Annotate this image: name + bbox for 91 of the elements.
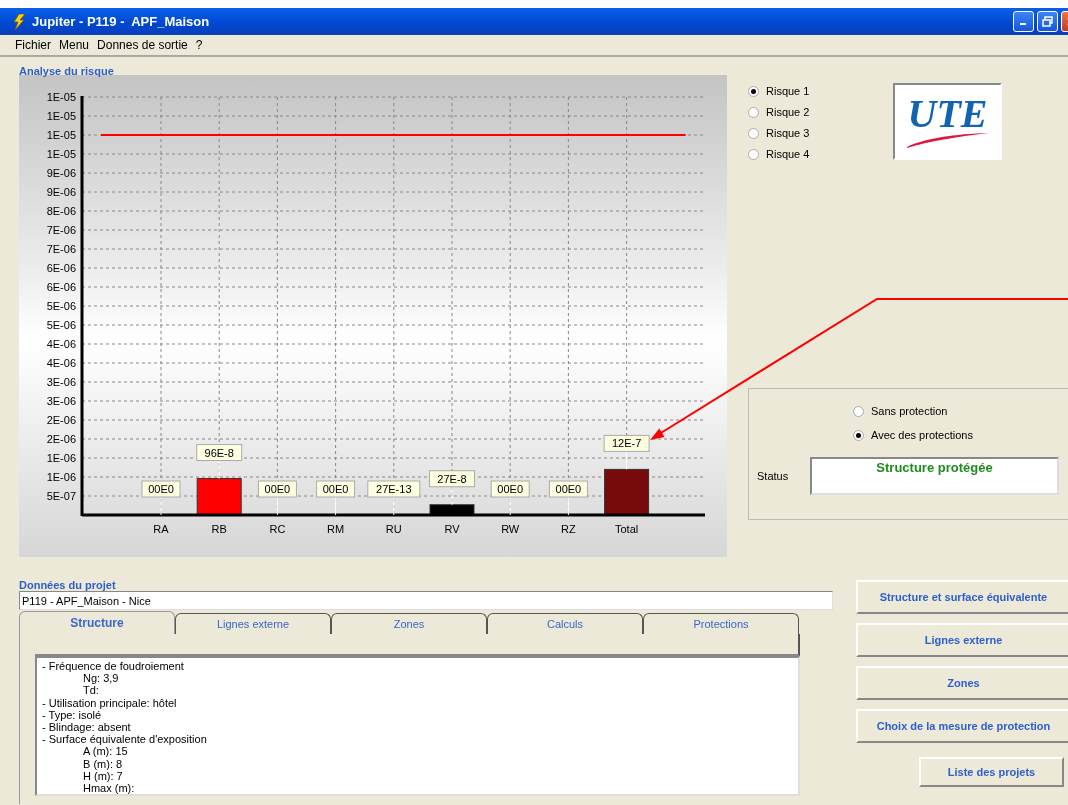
y-tick-label: 1E-05 [46, 91, 76, 103]
detail-line: - Surface équivalente d'exposition [42, 733, 208, 746]
detail-line: - Type: isolé [42, 708, 102, 721]
x-tick-label: RV [444, 523, 460, 535]
radio-dot[interactable] [853, 429, 864, 441]
value-label: 00E0 [316, 480, 356, 498]
y-tick-label: 1E-06 [46, 471, 76, 483]
y-tick-label: 3E-06 [46, 395, 76, 407]
y-tick-label: 2E-06 [46, 414, 76, 426]
radio-button[interactable]: Risque 3 [748, 127, 893, 139]
y-tick-label: 3E-06 [46, 376, 76, 388]
detail-line: - Utilisation principale: hôtel [42, 696, 178, 709]
action-button[interactable]: Choix de la mesure de protection [856, 709, 1068, 743]
bar [604, 468, 650, 516]
y-tick-label: 5E-06 [46, 300, 76, 312]
section-heading: Données du projet [19, 578, 117, 589]
menu-item[interactable]: ? [195, 38, 203, 52]
x-tick-label: RB [211, 523, 227, 535]
action-button[interactable]: Structure et surface équivalente [856, 580, 1068, 614]
minimize-button[interactable] [1013, 11, 1034, 32]
tab[interactable]: Protections [643, 613, 799, 634]
logo: UTE [893, 83, 1002, 160]
x-tick-label: RM [327, 523, 345, 535]
tab[interactable]: Structure [19, 611, 175, 634]
x-tick-label: RZ [561, 523, 576, 535]
y-tick-label: 1E-05 [46, 129, 76, 141]
x-tick-label: Total [614, 523, 639, 535]
detail-line: - Fréquence de foudroiement [42, 660, 185, 673]
detail-line: Ng: 3,9 [82, 672, 120, 685]
project-name-field[interactable]: P119 - APF_Maison - Nice [19, 591, 833, 610]
section-heading: Analyse du risque [19, 64, 115, 75]
detail-line: Td: [82, 684, 100, 697]
bar [429, 504, 475, 516]
x-tick-label: RU [385, 523, 402, 535]
y-tick-label: 2E-06 [46, 433, 76, 445]
menu-item[interactable]: Donnes de sortie [97, 38, 188, 52]
y-tick-label: 1E-06 [46, 452, 76, 464]
action-button[interactable]: Zones [856, 666, 1068, 700]
window-title: Jupiter - P119 - APF_Maison [32, 14, 211, 29]
menu-item[interactable]: Menu [59, 38, 90, 52]
radio-button[interactable]: Risque 1 [748, 85, 893, 97]
radio-button[interactable]: Avec des protections [853, 429, 1068, 441]
y-tick-label: 7E-06 [46, 243, 76, 255]
y-tick-label: 9E-06 [46, 186, 76, 198]
y-tick-label: 5E-06 [46, 319, 76, 331]
radio-dot[interactable] [748, 85, 759, 97]
action-button[interactable]: Lignes externe [856, 623, 1068, 657]
detail-line: - Blindage: absent [42, 721, 132, 734]
menu-item[interactable]: Fichier [15, 38, 51, 52]
radio-dot[interactable] [748, 106, 759, 118]
tab[interactable]: Lignes externe [175, 613, 331, 634]
detail-line: Hmax (m): [82, 782, 136, 795]
value-label: 12E-7 [603, 434, 650, 452]
y-tick-label: 9E-06 [46, 167, 76, 179]
bar [196, 478, 242, 516]
restore-button[interactable] [1037, 11, 1058, 32]
restore-icon [1042, 16, 1053, 27]
detail-line: A (m): 15 [82, 745, 129, 758]
radio-button[interactable]: Risque 4 [748, 148, 893, 160]
value-label: 00E0 [548, 480, 588, 498]
value-label: 00E0 [490, 480, 530, 498]
value-label: 27E-8 [429, 470, 475, 488]
y-tick-label: 8E-06 [46, 205, 76, 217]
value-label: 00E0 [141, 480, 181, 498]
y-tick-label: 4E-06 [46, 338, 76, 350]
lightning-icon [12, 13, 26, 30]
y-tick-label: 1E-05 [46, 148, 76, 160]
project-list-button[interactable]: Liste des projets [919, 757, 1064, 787]
tab[interactable]: Zones [331, 613, 487, 634]
value-label: 00E0 [257, 480, 297, 498]
x-tick-label: RC [269, 523, 286, 535]
x-tick-label: RA [153, 523, 169, 535]
y-tick-label: 7E-06 [46, 224, 76, 236]
x-tick-label: RW [501, 523, 520, 535]
radio-dot[interactable] [748, 148, 759, 160]
y-tick-label: 1E-05 [46, 110, 76, 122]
value-label: 27E-13 [367, 480, 421, 498]
radio-dot[interactable] [853, 405, 864, 417]
value-label: 96E-8 [196, 444, 243, 461]
status-label: Status [757, 470, 790, 482]
detail-line: H (m): 7 [82, 769, 124, 783]
y-tick-label: 6E-06 [46, 262, 76, 274]
radio-dot[interactable] [748, 127, 759, 139]
status-field: Structure protégée [810, 457, 1059, 495]
y-tick-label: 4E-06 [46, 357, 76, 369]
tab[interactable]: Calculs [487, 613, 643, 634]
y-tick-label: 6E-06 [46, 281, 76, 293]
detail-line: B (m): 8 [82, 757, 124, 770]
radio-button[interactable]: Sans protection [853, 405, 1068, 417]
y-tick-label: 5E-07 [46, 490, 76, 502]
radio-button[interactable]: Risque 2 [748, 106, 893, 118]
